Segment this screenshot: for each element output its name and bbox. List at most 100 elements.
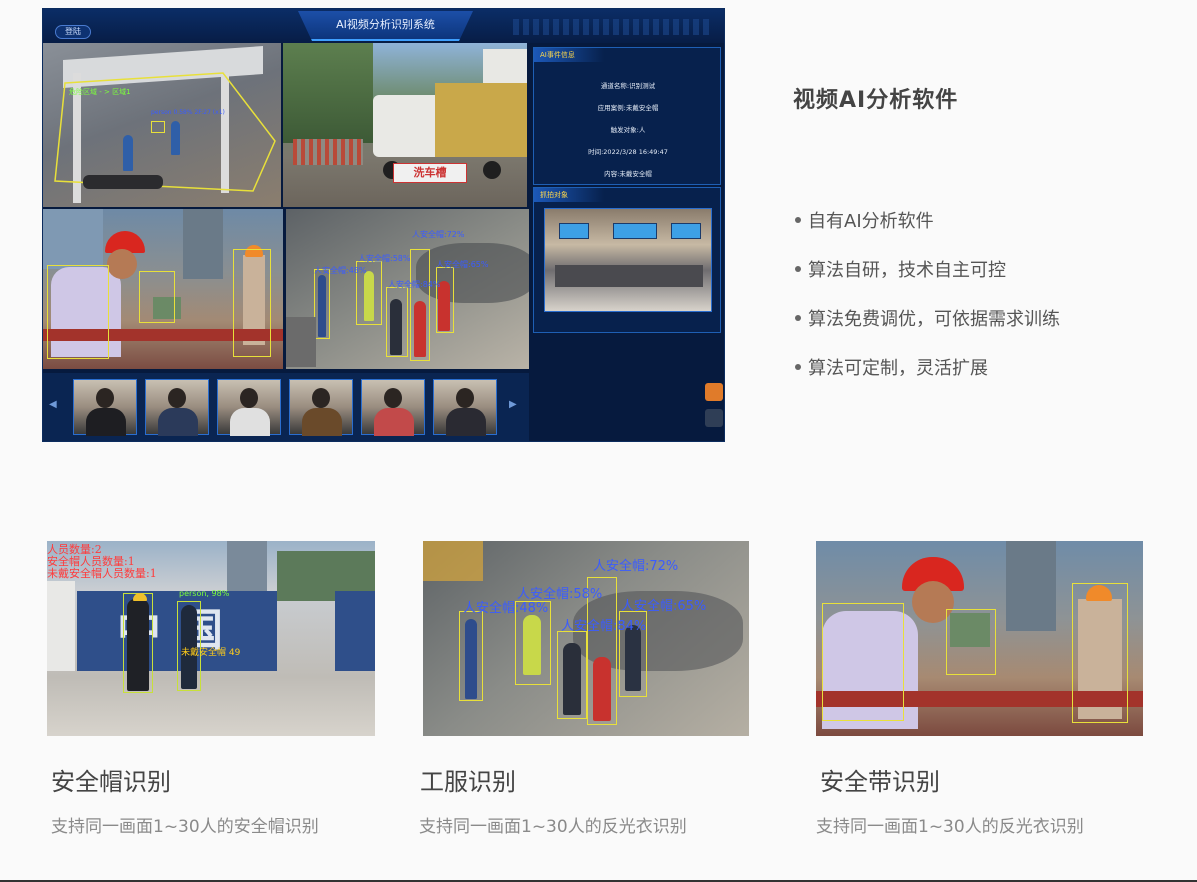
card-title-helmet: 安全帽识别 (51, 768, 171, 796)
screenshot-icon[interactable] (705, 409, 723, 427)
event-panel-header: AI事件信息 (534, 48, 604, 62)
building (183, 209, 223, 279)
capture-thumbnail[interactable] (433, 379, 497, 436)
hard-hat (133, 593, 147, 601)
control-room-screen (613, 223, 657, 239)
detection-label: 人安全帽:65% (621, 599, 707, 614)
capture-thumbnail-strip: ◀ ▶ (43, 373, 529, 441)
scroll-right-icon[interactable]: ▶ (509, 399, 519, 413)
wet-ground (416, 243, 529, 303)
export-icon[interactable] (705, 383, 723, 401)
dashboard-title: AI视频分析识别系统 (298, 11, 473, 41)
helmet-detection-image[interactable]: 中国 人员数量:2 安全帽人员数量:1 未戴安全帽人员数量:1 person, … (47, 541, 375, 736)
bullet-icon (795, 364, 801, 370)
scroll-left-icon[interactable]: ◀ (49, 399, 59, 413)
trees (283, 43, 373, 143)
capture-thumbnail[interactable] (73, 379, 137, 436)
capture-thumbnail[interactable] (217, 379, 281, 436)
bullet-icon (795, 315, 801, 321)
blue-wall (335, 591, 375, 671)
rubble (286, 317, 316, 367)
card-title-belt: 安全带识别 (820, 768, 940, 796)
detection-label: 人安全帽:84% (561, 619, 647, 634)
truck-cab (373, 95, 443, 157)
event-channel: 通道名称:识别测试 (600, 82, 656, 90)
card-desc-helmet: 支持同一画面1~30人的安全帽识别 (51, 817, 319, 837)
bullet-icon (795, 266, 801, 272)
card-desc-uniform: 支持同一画面1~30人的反光衣识别 (419, 817, 687, 837)
detection-label: 人安全帽:48% (463, 601, 549, 616)
worker (414, 301, 426, 357)
card-desc-belt: 支持同一画面1~30人的反光衣识别 (816, 817, 1084, 837)
worker (127, 599, 149, 691)
detection-label: person 0.58% 2F:27 (x1) (151, 109, 225, 116)
ai-dashboard-screenshot: AI视频分析识别系统 登陆 危险区域 - > 区域1 person 0.58% … (42, 8, 725, 442)
detection-label: 人安全帽:65% (436, 260, 489, 269)
control-desk (555, 265, 703, 287)
detection-label: 人安全帽:72% (593, 559, 679, 574)
worker (563, 643, 581, 715)
feature-list: 自有AI分析软件 算法自研，技术自主可控 算法免费调优，可依据需求训练 算法可定… (795, 210, 1060, 406)
camera-feed-4[interactable]: 人安全帽:72% 人安全帽:58% 人安全帽:48% 人安全帽:84% 人安全帽… (286, 209, 529, 369)
capture-image[interactable] (544, 208, 712, 312)
event-trigger: 触发对象:人 (610, 126, 646, 134)
card-title-uniform: 工服识别 (420, 768, 516, 796)
feature-item: 算法可定制，灵活扩展 (795, 357, 1060, 406)
worker (465, 619, 477, 699)
product-heading: 视频AI分析软件 (793, 88, 959, 113)
control-room-screen (671, 223, 701, 239)
detection-box (822, 603, 904, 721)
feature-text: 算法免费调优，可依据需求训练 (808, 309, 1060, 330)
event-info-panel: AI事件信息 通道名称:识别测试 应用案例:未戴安全帽 触发对象:人 时间:20… (533, 47, 721, 185)
worker (390, 299, 402, 355)
camera-feed-2[interactable]: 洗车槽 (283, 43, 527, 207)
bullet-icon (795, 217, 801, 223)
detection-stats: 人员数量:2 安全帽人员数量:1 未戴安全帽人员数量:1 (47, 544, 157, 580)
feature-text: 算法可定制，灵活扩展 (808, 358, 988, 379)
worker (625, 625, 641, 691)
capture-thumbnail[interactable] (289, 379, 353, 436)
feature-text: 算法自研，技术自主可控 (808, 260, 1006, 281)
material-pile (423, 541, 483, 581)
wash-sign: 洗车槽 (393, 163, 467, 183)
uniform-detection-image[interactable]: 人安全帽:72% 人安全帽:58% 人安全帽:48% 人安全帽:84% 人安全帽… (423, 541, 749, 736)
worker (523, 615, 541, 675)
event-time: 时间:2022/3/28 16:49:47 (588, 148, 668, 156)
detection-box (47, 265, 109, 359)
white-wall (47, 581, 75, 671)
worker (593, 657, 611, 721)
detection-label: 人安全帽:84% (388, 280, 441, 289)
camera-feed-1[interactable]: 危险区域 - > 区域1 person 0.58% 2F:27 (x1) (43, 43, 281, 207)
stat-line: 未戴安全帽人员数量:1 (47, 567, 157, 580)
feature-text: 自有AI分析软件 (808, 211, 934, 232)
safety-belt-detection-image[interactable] (816, 541, 1143, 736)
login-button[interactable]: 登陆 (55, 25, 91, 39)
detection-box (139, 271, 175, 323)
detection-label: 人安全帽:72% (412, 230, 465, 239)
control-room-screen (559, 223, 589, 239)
detection-box (946, 609, 996, 675)
detection-label: 人安全帽:58% (358, 254, 411, 263)
event-content: 内容:未戴安全帽 (604, 170, 652, 178)
feature-item: 算法自研，技术自主可控 (795, 259, 1060, 308)
camera-feed-3[interactable] (43, 209, 283, 369)
detection-box (1072, 583, 1128, 723)
feature-item: 算法免费调优，可依据需求训练 (795, 308, 1060, 357)
fence (293, 139, 363, 165)
building (1006, 541, 1056, 631)
sky (43, 209, 103, 269)
capture-thumbnail[interactable] (145, 379, 209, 436)
pipe-on-ground (83, 175, 163, 189)
capture-thumbnail[interactable] (361, 379, 425, 436)
detection-box (151, 121, 165, 133)
detection-label: 未戴安全帽 49 (181, 648, 241, 658)
zone-label: 危险区域 - > 区域1 (69, 88, 131, 96)
capture-panel: 抓拍对象 (533, 187, 721, 333)
event-scene: 应用案例:未戴安全帽 (597, 104, 659, 112)
detection-box (233, 249, 271, 357)
detection-label: 人安全帽:48% (314, 266, 367, 275)
truck-wheel (483, 161, 501, 179)
header-decoration (513, 19, 713, 35)
detection-label: person, 98% (179, 589, 230, 598)
truck-body (435, 83, 527, 157)
